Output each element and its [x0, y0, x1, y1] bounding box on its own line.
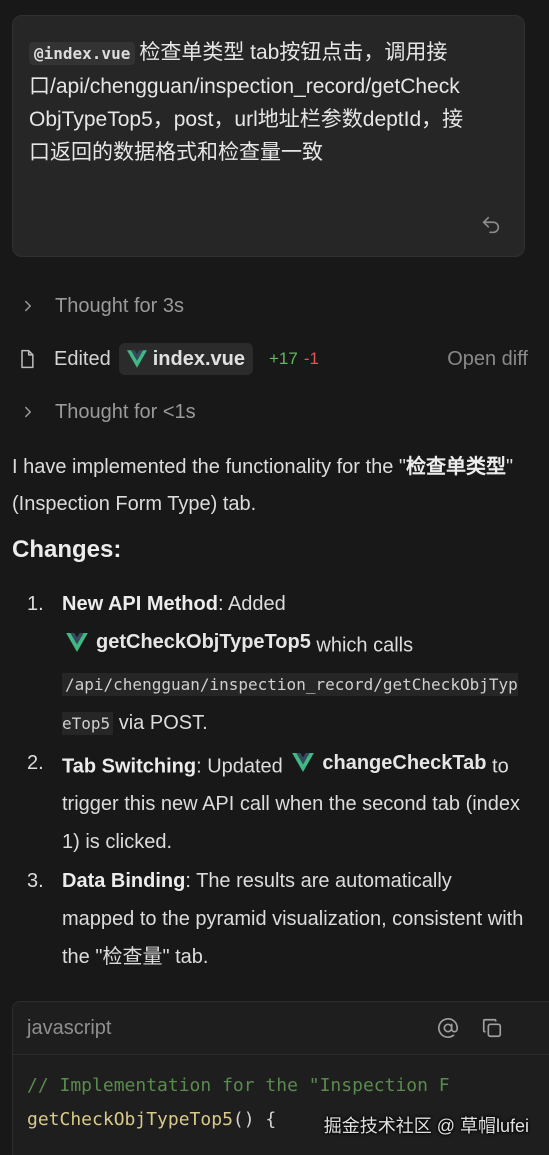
copy-icon[interactable]: [481, 1017, 503, 1039]
watermark: 掘金技术社区 @ 草帽lufei: [323, 1116, 529, 1136]
edited-file-chip[interactable]: index.vue: [118, 343, 253, 375]
at-mention-icon[interactable]: [437, 1017, 459, 1039]
symbol-link[interactable]: getCheckObjTypeTop5: [62, 623, 311, 661]
edited-label: Edited: [54, 347, 111, 370]
list-number: 3.: [27, 870, 44, 892]
thought-label: Thought for <1s: [55, 400, 196, 423]
vue-icon: [66, 632, 88, 652]
code-comment: // Implementation for the "Inspection F: [27, 1075, 450, 1096]
vue-icon: [292, 753, 315, 772]
user-prompt-card[interactable]: @index.vue 检查单类型 tab按钮点击，调用接口/api/chenggu…: [12, 15, 525, 257]
item-title: Tab Switching: [62, 755, 197, 777]
chevron-right-icon: [25, 300, 31, 312]
open-diff-button[interactable]: Open diff: [447, 348, 528, 371]
thought-row-1[interactable]: Thought for 3s: [0, 288, 549, 324]
undo-icon[interactable]: [480, 214, 502, 236]
item-title: Data Binding: [62, 870, 186, 892]
list-item: 3. Data Binding: The results are automat…: [0, 862, 527, 976]
intro-tab-name: 检查单类型: [405, 456, 506, 478]
response-intro: I have implemented the functionality for…: [12, 449, 532, 523]
list-number: 2.: [27, 751, 44, 774]
lines-added: +17: [268, 349, 298, 368]
thought-row-2[interactable]: Thought for <1s: [0, 394, 549, 430]
chat-panel: @index.vue 检查单类型 tab按钮点击，调用接口/api/chenggu…: [0, 0, 549, 1155]
list-item: 1. New API Method: Added getCheckObjType…: [0, 585, 527, 743]
symbol-name: getCheckObjTypeTop5: [96, 631, 311, 653]
file-reference-chip[interactable]: @index.vue: [29, 42, 136, 65]
edited-file-row[interactable]: Edited index.vue +17 -1 Open diff: [0, 341, 549, 377]
edited-file-name: index.vue: [152, 347, 245, 370]
vue-icon: [126, 350, 147, 368]
item-text: which calls: [310, 634, 414, 657]
item-text: via POST.: [113, 711, 208, 734]
lines-removed: -1: [303, 349, 319, 368]
chevron-right-icon: [25, 406, 31, 418]
item-text: : Added: [217, 593, 286, 615]
symbol-name: changeCheckTab: [322, 751, 487, 774]
symbol-link[interactable]: changeCheckTab: [288, 744, 487, 782]
intro-text: I have implemented the functionality for…: [12, 456, 406, 478]
code-language: javascript: [27, 1016, 112, 1039]
item-title: New API Method: [62, 593, 218, 615]
changes-list: 1. New API Method: Added getCheckObjType…: [0, 585, 549, 977]
changes-heading: Changes:: [12, 536, 122, 563]
list-item: 2. Tab Switching: Updated changeCheckTab…: [0, 744, 527, 862]
list-number: 1.: [27, 593, 44, 615]
prompt-text: @index.vue 检查单类型 tab按钮点击，调用接口/api/chenggu…: [29, 36, 469, 169]
code-function: getCheckObjTypeTop5: [27, 1109, 233, 1130]
thought-label: Thought for 3s: [55, 294, 184, 317]
code-punctuation: () {: [232, 1109, 277, 1130]
item-text: : Updated: [196, 755, 289, 777]
file-icon: [21, 349, 34, 369]
code-block-header: javascript: [13, 1002, 549, 1055]
